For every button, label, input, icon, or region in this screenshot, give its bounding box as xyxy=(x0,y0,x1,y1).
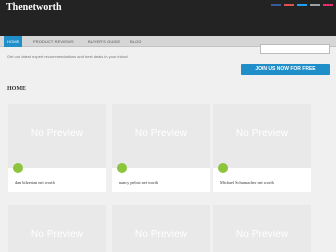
post-card[interactable]: No Preview xyxy=(8,205,106,252)
no-preview-text: No Preview xyxy=(30,128,84,139)
social-icon-4[interactable] xyxy=(310,4,320,6)
category-dot xyxy=(218,163,228,173)
no-preview-text: No Preview xyxy=(30,229,84,240)
top-bar: Thenetworth xyxy=(0,0,336,36)
social-icon-5[interactable] xyxy=(323,4,333,6)
post-card[interactable]: No Preview xyxy=(112,205,210,252)
post-card[interactable]: No Preview Michael Schumacher net worth xyxy=(213,104,311,192)
category-dot xyxy=(117,163,127,173)
join-button[interactable]: JOIN US NOW FOR FREE xyxy=(241,64,330,75)
post-thumbnail[interactable]: No Preview xyxy=(8,104,106,168)
newsletter-tagline: Get our latest expert recommendations an… xyxy=(7,54,129,59)
post-thumbnail[interactable]: No Preview xyxy=(112,104,210,168)
category-dot xyxy=(13,163,23,173)
no-preview-text: No Preview xyxy=(134,229,188,240)
page-title: HOME xyxy=(7,86,26,92)
post-title[interactable]: dan bilzerian net worth xyxy=(15,180,55,185)
nav-item-home[interactable]: HOME xyxy=(4,36,23,47)
post-thumbnail[interactable]: No Preview xyxy=(112,205,210,252)
post-thumbnail[interactable]: No Preview xyxy=(213,205,311,252)
no-preview-text: No Preview xyxy=(235,229,289,240)
post-card[interactable]: No Preview xyxy=(213,205,311,252)
post-thumbnail[interactable]: No Preview xyxy=(213,104,311,168)
post-thumbnail[interactable]: No Preview xyxy=(8,205,106,252)
no-preview-text: No Preview xyxy=(235,128,289,139)
post-title[interactable]: Michael Schumacher net worth xyxy=(220,180,274,185)
site-logo[interactable]: Thenetworth xyxy=(6,2,62,13)
nav-item-product-reviews[interactable]: PRODUCT REVIEWS xyxy=(33,36,74,47)
nav-item-blog[interactable]: BLOG xyxy=(130,36,142,47)
post-card[interactable]: No Preview nancy pelosi net worth xyxy=(112,104,210,192)
post-title[interactable]: nancy pelosi net worth xyxy=(119,180,158,185)
social-icon-2[interactable] xyxy=(284,4,294,6)
search-input[interactable] xyxy=(260,44,330,54)
nav-item-buyers-guide[interactable]: BUYER'S GUIDE xyxy=(88,36,120,47)
social-icon-3[interactable] xyxy=(297,4,307,6)
no-preview-text: No Preview xyxy=(134,128,188,139)
post-card[interactable]: No Preview dan bilzerian net worth xyxy=(8,104,106,192)
social-icon-1[interactable] xyxy=(271,4,281,6)
